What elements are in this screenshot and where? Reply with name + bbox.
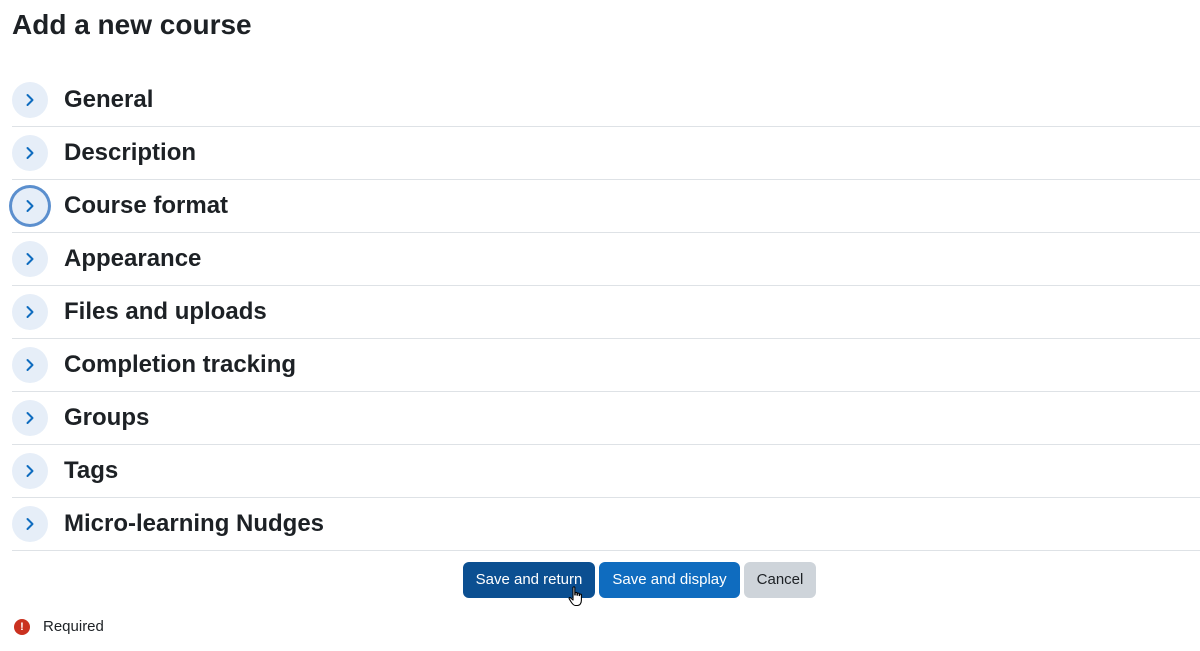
section-course-format[interactable]: Course format xyxy=(12,180,1200,233)
chevron-right-icon xyxy=(26,200,34,212)
chevron-right-icon xyxy=(26,465,34,477)
section-micro-learning-nudges[interactable]: Micro-learning Nudges xyxy=(12,498,1200,551)
save-and-display-button[interactable]: Save and display xyxy=(599,562,740,598)
section-appearance[interactable]: Appearance xyxy=(12,233,1200,286)
section-general[interactable]: General xyxy=(12,74,1200,127)
section-label: Course format xyxy=(64,192,229,219)
cancel-button[interactable]: Cancel xyxy=(744,562,816,598)
section-toggle[interactable] xyxy=(12,241,48,277)
section-groups[interactable]: Groups xyxy=(12,392,1200,445)
section-toggle[interactable] xyxy=(12,347,48,383)
exclamation-circle-icon: ! xyxy=(14,618,30,635)
chevron-right-icon xyxy=(26,412,34,424)
save-and-return-button[interactable]: Save and return xyxy=(463,562,595,598)
chevron-right-icon xyxy=(26,147,34,159)
section-label: Files and uploads xyxy=(64,298,267,325)
section-label: Tags xyxy=(64,457,119,484)
page-title: Add a new course xyxy=(12,9,252,40)
section-label: Completion tracking xyxy=(64,351,297,378)
form-actions: Save and return Save and display Cancel xyxy=(463,562,816,598)
chevron-right-icon xyxy=(26,253,34,265)
chevron-right-icon xyxy=(26,306,34,318)
required-legend: ! Required xyxy=(14,618,104,635)
section-toggle[interactable] xyxy=(12,400,48,436)
section-toggle[interactable] xyxy=(12,506,48,542)
add-course-page: Add a new course General Description Cou… xyxy=(0,0,1200,651)
chevron-right-icon xyxy=(26,518,34,530)
section-label: Description xyxy=(64,139,197,166)
section-label: Groups xyxy=(64,404,150,431)
section-toggle[interactable] xyxy=(12,82,48,118)
section-tags[interactable]: Tags xyxy=(12,445,1200,498)
required-label: Required xyxy=(43,618,104,635)
section-completion-tracking[interactable]: Completion tracking xyxy=(12,339,1200,392)
section-files-and-uploads[interactable]: Files and uploads xyxy=(12,286,1200,339)
chevron-right-icon xyxy=(26,359,34,371)
section-toggle[interactable] xyxy=(12,188,48,224)
section-label: General xyxy=(64,86,154,113)
section-toggle[interactable] xyxy=(12,135,48,171)
section-label: Appearance xyxy=(64,245,202,272)
section-toggle[interactable] xyxy=(12,453,48,489)
section-label: Micro-learning Nudges xyxy=(64,510,325,537)
section-toggle[interactable] xyxy=(12,294,48,330)
section-description[interactable]: Description xyxy=(12,127,1200,180)
course-settings-sections: General Description Course format Appear… xyxy=(12,74,1200,551)
chevron-right-icon xyxy=(26,94,34,106)
